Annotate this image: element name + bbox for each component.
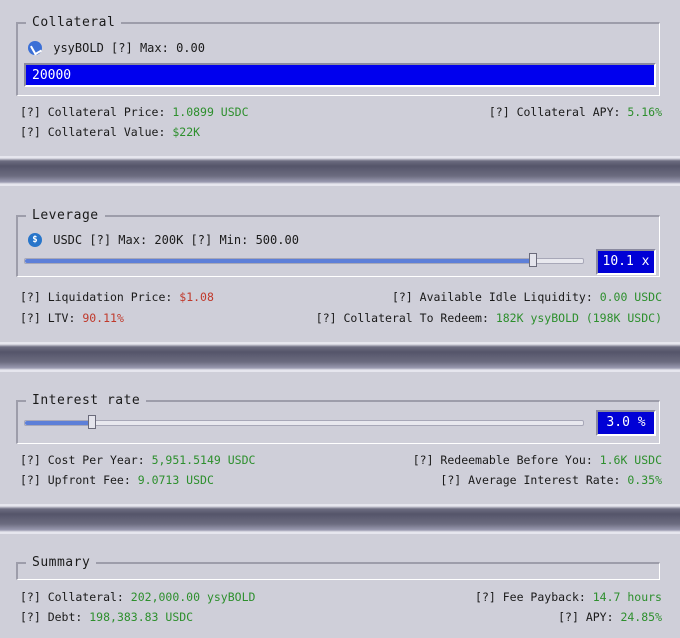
collateral-max-value[interactable]: 0.00 <box>176 41 205 55</box>
summary-title: Summary <box>26 555 97 570</box>
upfront-fee-row: [?] Upfront Fee: 9.0713 USDC <box>20 473 214 487</box>
collateral-apy-label[interactable]: [?] Collateral APY: <box>489 105 621 119</box>
leverage-title: Leverage <box>26 208 105 223</box>
leverage-slider-fill <box>25 259 533 263</box>
usdc-token-icon <box>28 233 42 247</box>
summary-apy-row: [?] APY: 24.85% <box>558 610 662 624</box>
idle-liquidity-row: [?] Available Idle Liquidity: 0.00 USDC <box>392 290 662 304</box>
collateral-to-redeem-value: 182K ysyBOLD (198K USDC) <box>495 311 662 325</box>
leverage-panel: Leverage USDC [?] Max: 200K [?] Min: 500… <box>0 186 680 344</box>
collateral-max-label[interactable]: [?] Max: <box>111 41 169 55</box>
ltv-value: 90.11% <box>82 311 124 325</box>
summary-collateral-label[interactable]: [?] Collateral: <box>20 590 124 604</box>
leverage-slider-thumb[interactable] <box>528 253 537 267</box>
ltv-row: [?] LTV: 90.11% <box>20 311 124 325</box>
collateral-panel: Collateral ysyBOLD [?] Max: 0.00 [?] Col… <box>0 0 680 158</box>
section-separator <box>0 504 680 534</box>
leverage-slider-track[interactable] <box>24 253 584 267</box>
summary-debt-value: 198,383.83 USDC <box>89 610 194 624</box>
summary-collateral-value: 202,000.00 ysyBOLD <box>130 590 256 604</box>
interest-title: Interest rate <box>26 393 147 408</box>
redeemable-before-row: [?] Redeemable Before You: 1.6K USDC <box>413 453 662 467</box>
idle-liquidity-label[interactable]: [?] Available Idle Liquidity: <box>392 290 593 304</box>
redeemable-before-label[interactable]: [?] Redeemable Before You: <box>413 453 593 467</box>
summary-collateral-row: [?] Collateral: 202,000.00 ysyBOLD <box>20 590 255 604</box>
section-separator <box>0 342 680 372</box>
liquidation-price-label[interactable]: [?] Liquidation Price: <box>20 290 172 304</box>
idle-liquidity-value: 0.00 USDC <box>599 290 662 304</box>
summary-panel: Summary [?] Collateral: 202,000.00 ysyBO… <box>0 534 680 638</box>
collateral-amount-input[interactable] <box>24 63 656 87</box>
summary-debt-label[interactable]: [?] Debt: <box>20 610 82 624</box>
leverage-min-label[interactable]: [?] Min: <box>191 233 249 247</box>
average-interest-label[interactable]: [?] Average Interest Rate: <box>440 473 620 487</box>
ysybold-token-icon <box>28 41 42 55</box>
liquidation-price-value: $1.08 <box>179 290 214 304</box>
upfront-fee-value: 9.0713 USDC <box>137 473 214 487</box>
collateral-to-redeem-row: [?] Collateral To Redeem: 182K ysyBOLD (… <box>316 311 662 325</box>
section-separator <box>0 156 680 186</box>
interest-panel: Interest rate 3.0 % [?] Cost Per Year: 5… <box>0 372 680 504</box>
fee-payback-value: 14.7 hours <box>592 590 662 604</box>
fee-payback-row: [?] Fee Payback: 14.7 hours <box>475 590 662 604</box>
cost-per-year-row: [?] Cost Per Year: 5,951.5149 USDC <box>20 453 255 467</box>
liquidation-price-row: [?] Liquidation Price: $1.08 <box>20 290 214 304</box>
leverage-max-label[interactable]: [?] Max: <box>89 233 147 247</box>
summary-debt-row: [?] Debt: 198,383.83 USDC <box>20 610 193 624</box>
collateral-value-row: [?] Collateral Value: $22K <box>20 125 200 139</box>
interest-slider-thumb[interactable] <box>87 415 96 429</box>
leverage-max-value[interactable]: 200K <box>154 233 183 247</box>
collateral-apy-value: 5.16% <box>627 105 662 119</box>
collateral-token-row: ysyBOLD [?] Max: 0.00 <box>28 41 205 55</box>
fee-payback-label[interactable]: [?] Fee Payback: <box>475 590 586 604</box>
summary-apy-label[interactable]: [?] APY: <box>558 610 613 624</box>
collateral-value-label[interactable]: [?] Collateral Value: <box>20 125 165 139</box>
interest-slider-track[interactable] <box>24 415 584 429</box>
collateral-value-value: $22K <box>172 125 201 139</box>
leverage-token-row: USDC [?] Max: 200K [?] Min: 500.00 <box>28 233 299 247</box>
collateral-title: Collateral <box>26 15 122 30</box>
collateral-to-redeem-label[interactable]: [?] Collateral To Redeem: <box>316 311 489 325</box>
upfront-fee-label[interactable]: [?] Upfront Fee: <box>20 473 131 487</box>
collateral-price-value: 1.0899 USDC <box>172 105 249 119</box>
ltv-label[interactable]: [?] LTV: <box>20 311 75 325</box>
average-interest-value: 0.35% <box>627 473 662 487</box>
average-interest-row: [?] Average Interest Rate: 0.35% <box>440 473 662 487</box>
leverage-min-value[interactable]: 500.00 <box>256 233 299 247</box>
interest-value-display: 3.0 % <box>596 410 656 436</box>
collateral-apy-row: [?] Collateral APY: 5.16% <box>489 105 662 119</box>
collateral-price-label[interactable]: [?] Collateral Price: <box>20 105 165 119</box>
redeemable-before-value: 1.6K USDC <box>599 453 662 467</box>
summary-apy-value: 24.85% <box>620 610 662 624</box>
cost-per-year-label[interactable]: [?] Cost Per Year: <box>20 453 145 467</box>
collateral-token-name: ysyBOLD <box>53 41 104 55</box>
collateral-price-row: [?] Collateral Price: 1.0899 USDC <box>20 105 249 119</box>
summary-group: Summary <box>16 555 660 580</box>
leverage-value-display: 10.1 x <box>596 249 656 275</box>
interest-slider-fill <box>25 421 92 425</box>
leverage-token-name: USDC <box>53 233 83 247</box>
cost-per-year-value: 5,951.5149 USDC <box>151 453 256 467</box>
